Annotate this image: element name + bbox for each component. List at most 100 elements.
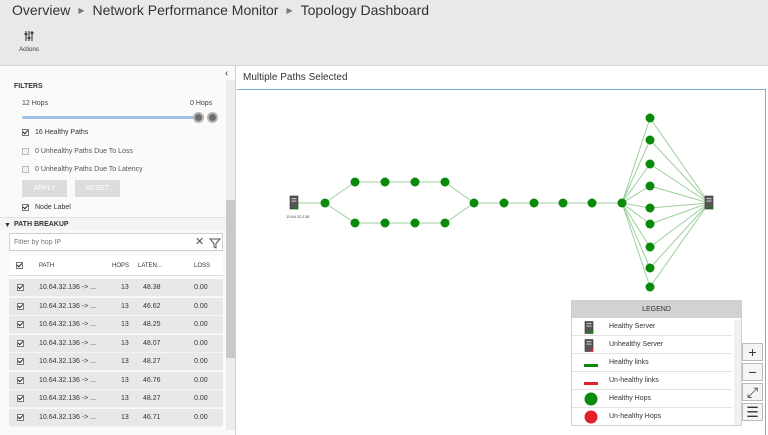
healthy-hop-icon (584, 392, 598, 408)
checkbox[interactable] (22, 166, 29, 173)
legend-scrollbar[interactable] (734, 320, 741, 425)
healthy-hop[interactable] (440, 177, 450, 187)
healthy-hop[interactable] (645, 181, 655, 191)
healthy-hop[interactable] (320, 198, 330, 208)
healthy-hop[interactable] (558, 198, 568, 208)
close-icon[interactable]: ✕ (195, 235, 204, 248)
cell-hops: 13 (121, 339, 129, 347)
healthy-hop[interactable] (410, 218, 420, 228)
row-checkbox[interactable] (17, 321, 24, 328)
breadcrumb-overview[interactable]: Overview (12, 2, 70, 18)
table-row[interactable]: 10.64.32.136 -> ... 13 48.07 0.00 (9, 334, 223, 353)
healthy-link (621, 163, 651, 204)
legend-label: Un-healthy links (609, 377, 659, 384)
healthy-hop[interactable] (499, 198, 509, 208)
row-checkbox[interactable] (17, 284, 24, 291)
table-row[interactable]: 10.64.32.136 -> ... 13 46.62 0.00 (9, 297, 223, 316)
legend-item-healthy-links: Healthy links (572, 354, 732, 372)
checkbox[interactable] (22, 148, 29, 155)
table-row[interactable]: 10.64.32.136 -> ... 13 48.27 0.00 (9, 353, 223, 371)
healthy-hop[interactable] (645, 282, 655, 292)
node-label-text: Node Label (35, 204, 71, 211)
healthy-hop[interactable] (645, 159, 655, 169)
destination-server[interactable] (704, 195, 714, 210)
cell-hops: 13 (121, 376, 129, 384)
legend-item-unhealthy-links: Un-healthy links (572, 372, 732, 390)
row-checkbox[interactable] (17, 395, 24, 402)
checkbox[interactable] (22, 129, 29, 136)
server-icon (584, 321, 594, 336)
healthy-hop[interactable] (645, 113, 655, 123)
healthy-hop[interactable] (529, 198, 539, 208)
checkbox[interactable] (22, 204, 29, 211)
path-table-header: PATH HOPS LATEN... LOSS (9, 256, 223, 276)
healthy-hop[interactable] (440, 218, 450, 228)
healthy-hop[interactable] (617, 198, 627, 208)
cell-loss: 0.00 (194, 284, 208, 291)
row-checkbox[interactable] (17, 302, 24, 310)
cell-latency: 48.07 (143, 339, 161, 347)
healthy-link (324, 181, 356, 204)
table-row[interactable]: 10.64.32.136 -> ... 13 48.27 0.00 (9, 390, 223, 408)
list-view-button[interactable]: ☰ (742, 403, 763, 421)
node-label-toggle[interactable]: Node Label (22, 204, 71, 211)
healthy-hop[interactable] (645, 203, 655, 213)
healthy-hop[interactable] (469, 198, 479, 208)
legend-label: Unhealthy Server (609, 341, 664, 348)
healthy-link (324, 202, 356, 224)
row-checkbox[interactable] (17, 358, 24, 365)
legend-label: Healthy links (609, 359, 649, 366)
reset-button[interactable]: RESET (75, 180, 120, 197)
table-row[interactable]: 10.64.32.136 -> ... 13 46.71 0.00 (9, 408, 223, 427)
hops-slider-handle-max[interactable] (207, 112, 218, 123)
row-checkbox[interactable] (17, 413, 24, 421)
zoom-out-button[interactable]: − (742, 363, 763, 381)
column-hops[interactable]: HOPS (112, 263, 129, 269)
zoom-in-button[interactable]: + (742, 343, 763, 361)
healthy-link (649, 163, 710, 204)
healthy-hop[interactable] (380, 177, 390, 187)
collapse-panel-icon[interactable]: ‹ (225, 68, 228, 79)
caret-down-icon[interactable]: ▼ (4, 222, 11, 229)
hops-slider-track[interactable] (22, 116, 198, 119)
legend-title: LEGEND (572, 301, 741, 318)
healthy-hop[interactable] (350, 218, 360, 228)
healthy-hop[interactable] (645, 242, 655, 252)
healthy-hop[interactable] (645, 219, 655, 229)
row-checkbox[interactable] (17, 376, 24, 384)
filter-healthy-paths[interactable]: 16 Healthy Paths (22, 129, 88, 136)
select-all-checkbox[interactable] (16, 262, 23, 269)
healthy-hop[interactable] (645, 263, 655, 273)
actions-button[interactable]: Actions (14, 30, 44, 53)
healthy-hop[interactable] (350, 177, 360, 187)
unhealthy-link-icon (584, 380, 598, 387)
table-row[interactable]: 10.64.32.136 -> ... 13 46.76 0.00 (9, 371, 223, 390)
table-row[interactable]: 10.64.32.136 -> ... 13 48.38 0.00 (9, 279, 223, 297)
healthy-hop[interactable] (380, 218, 390, 228)
breadcrumb-topology: Topology Dashboard (300, 2, 430, 18)
legend-item-healthy-hops: Healthy Hops (572, 390, 732, 408)
cell-hops: 13 (121, 302, 129, 310)
table-row[interactable]: 10.64.32.136 -> ... 13 48.25 0.00 (9, 316, 223, 334)
hops-slider-handle-min[interactable] (193, 112, 204, 123)
cell-path: 10.64.32.136 -> ... (39, 321, 97, 328)
breadcrumb-npm[interactable]: Network Performance Monitor (93, 2, 279, 18)
scrollbar-thumb[interactable] (226, 200, 235, 358)
fit-to-screen-button[interactable]: ⤢ (742, 383, 763, 401)
column-path[interactable]: PATH (39, 263, 54, 269)
healthy-link (444, 202, 475, 224)
apply-button[interactable]: APPLY (22, 180, 67, 197)
filter-unhealthy-loss[interactable]: 0 Unhealthy Paths Due To Loss (22, 148, 133, 155)
column-loss[interactable]: LOSS (194, 263, 210, 269)
source-server[interactable] (289, 195, 299, 210)
filter-unhealthy-latency[interactable]: 0 Unhealthy Paths Due To Latency (22, 166, 143, 173)
healthy-hop[interactable] (645, 135, 655, 145)
hop-ip-filter-input[interactable] (9, 233, 223, 251)
row-checkbox[interactable] (17, 339, 24, 347)
cell-loss: 0.00 (194, 376, 208, 384)
funnel-icon[interactable] (208, 236, 222, 254)
cell-latency: 46.71 (143, 413, 161, 421)
column-latency[interactable]: LATEN... (138, 263, 162, 269)
healthy-hop[interactable] (410, 177, 420, 187)
healthy-hop[interactable] (587, 198, 597, 208)
